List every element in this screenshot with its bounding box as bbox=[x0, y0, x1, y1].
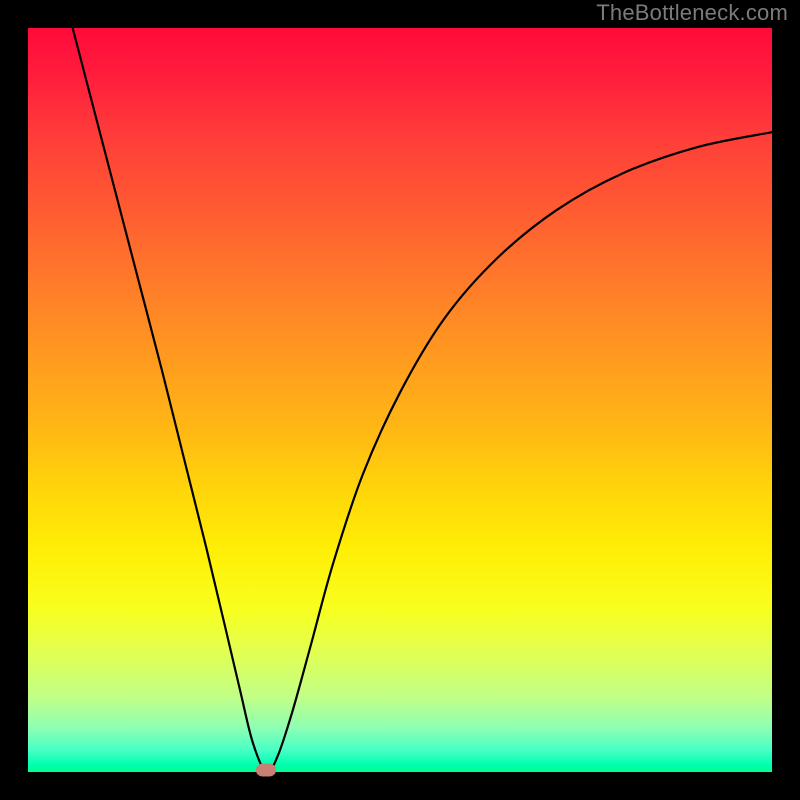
plot-area bbox=[28, 28, 772, 772]
chart-frame: TheBottleneck.com bbox=[0, 0, 800, 800]
minimum-marker bbox=[256, 763, 276, 776]
bottleneck-curve-path bbox=[73, 28, 772, 772]
watermark-text: TheBottleneck.com bbox=[596, 0, 788, 26]
bottleneck-curve bbox=[28, 28, 772, 772]
